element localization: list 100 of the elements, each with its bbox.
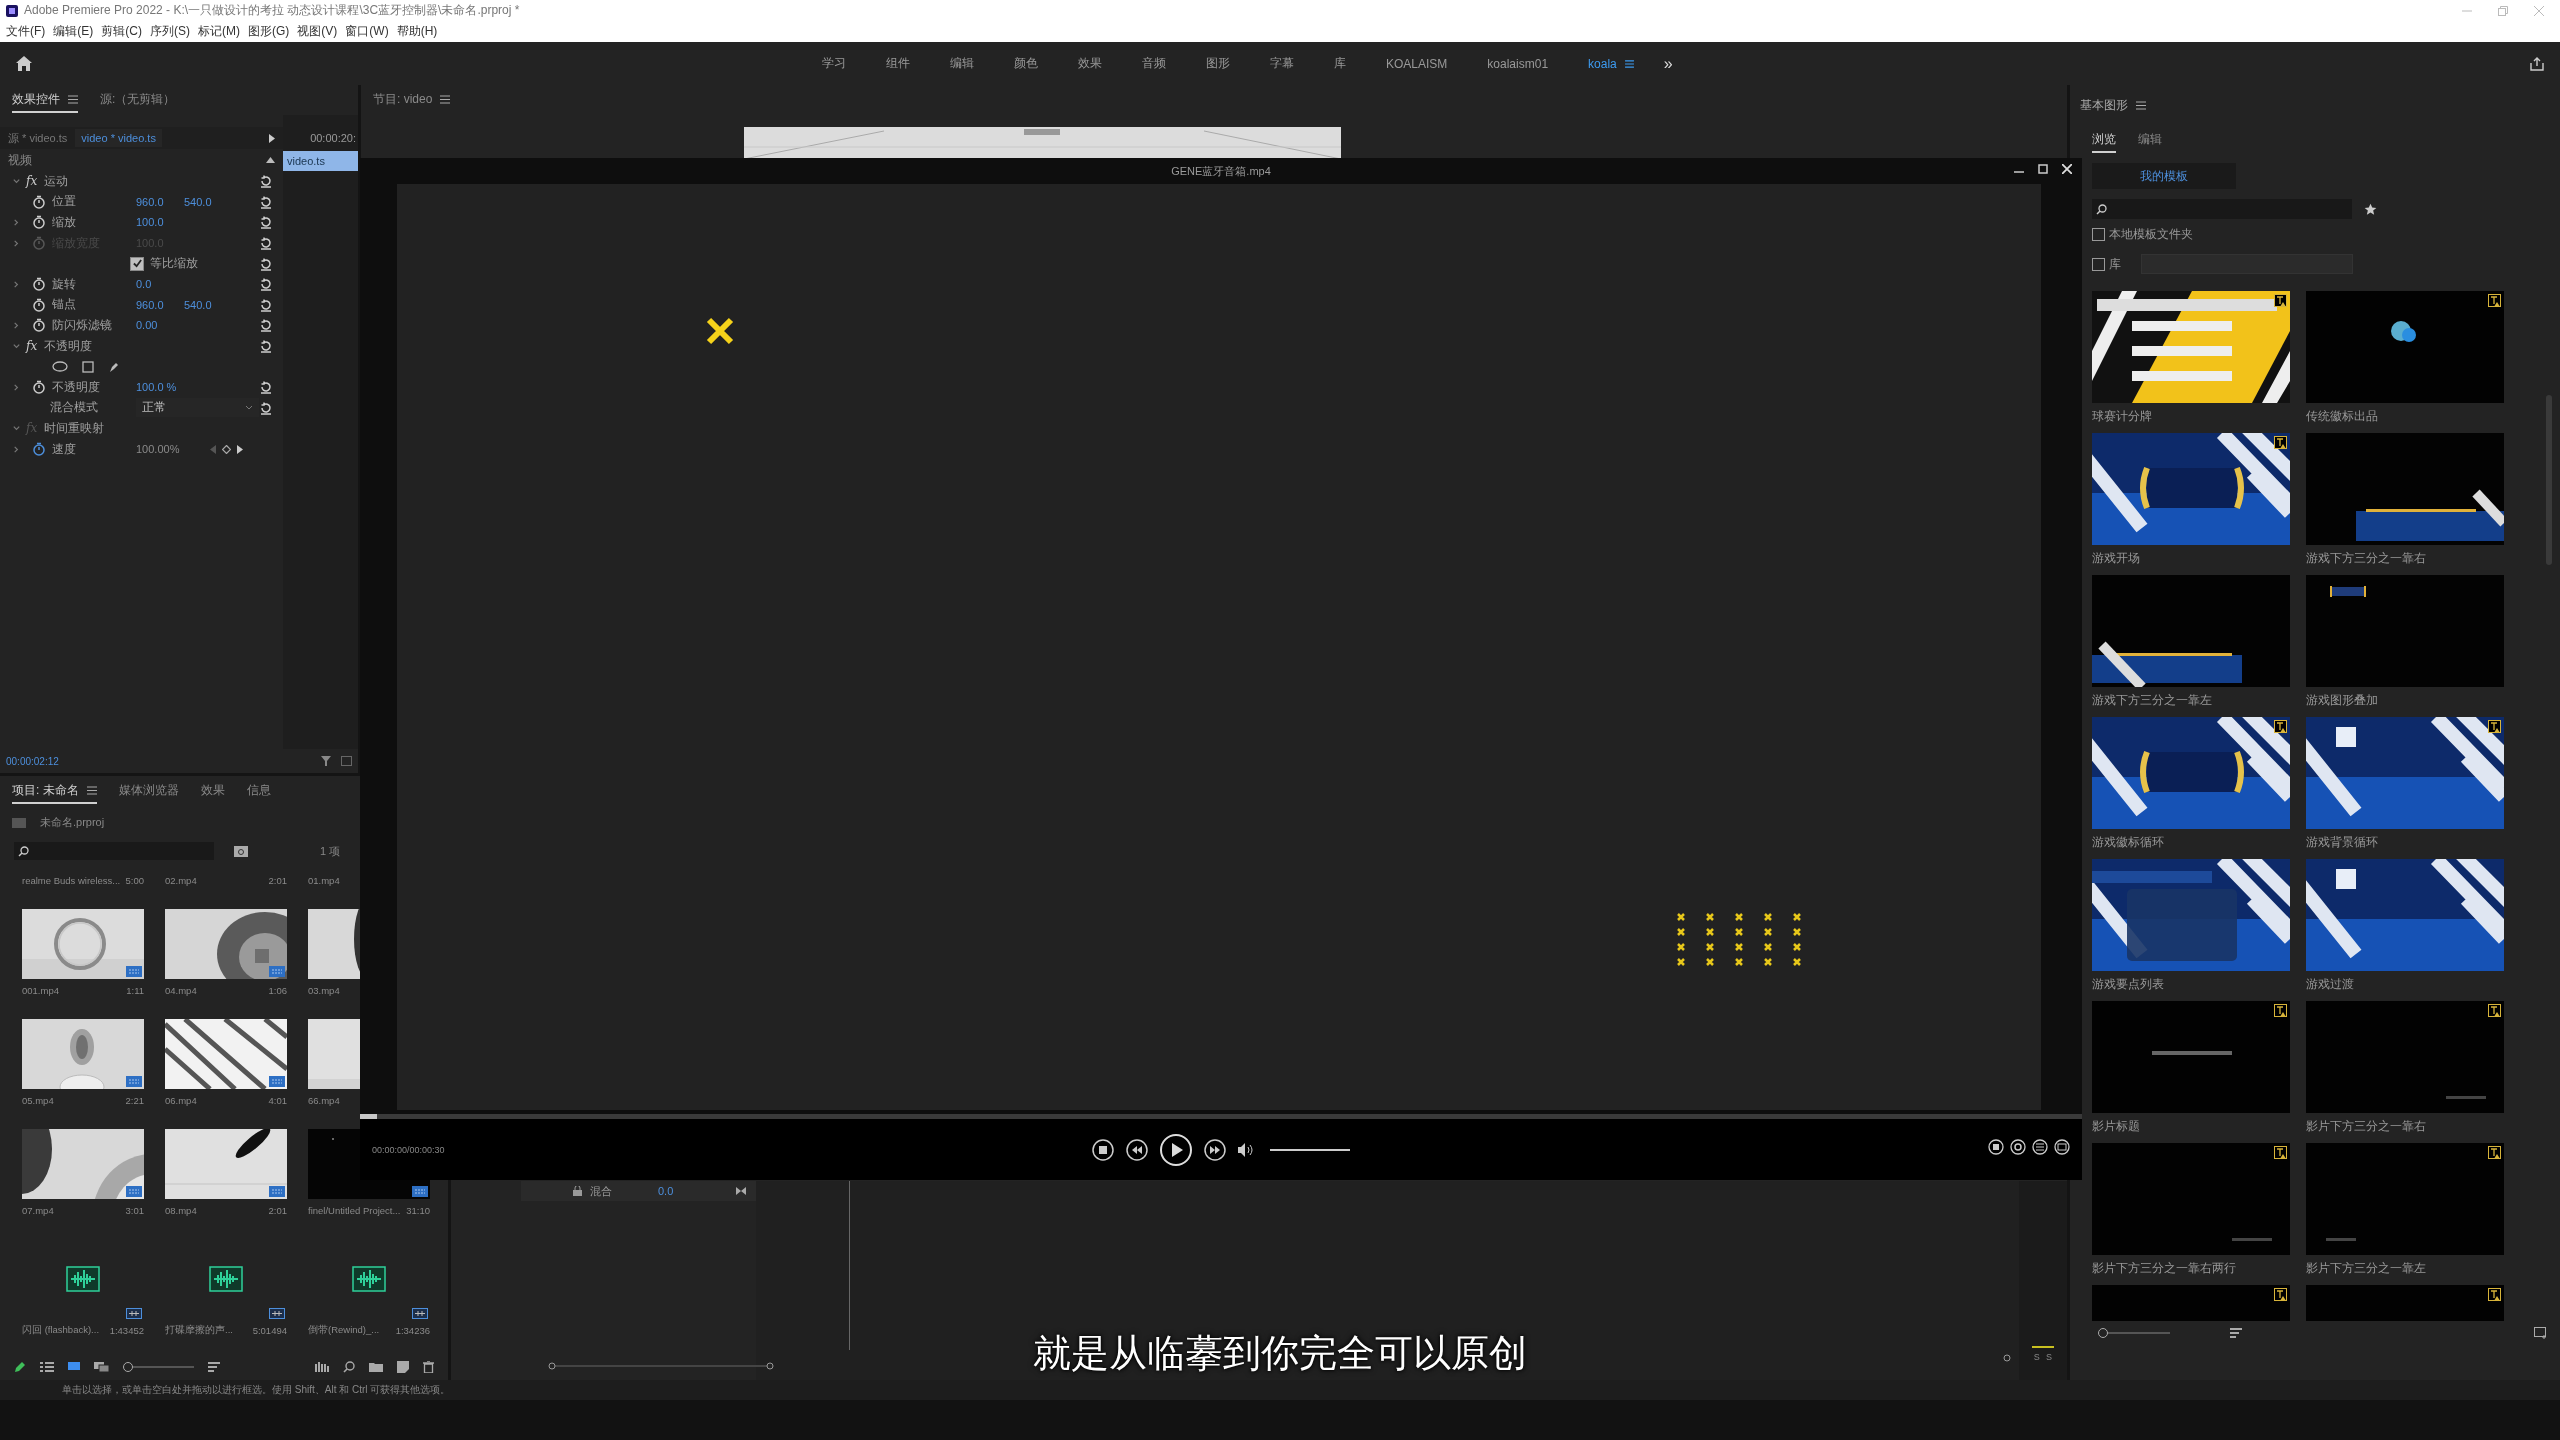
maximize-icon[interactable] <box>2038 164 2048 174</box>
freeform-view-icon[interactable] <box>94 1362 110 1372</box>
checkbox[interactable] <box>2091 227 2105 241</box>
reset-icon[interactable] <box>259 297 273 312</box>
workspace-tab[interactable]: 库 <box>1334 55 1346 72</box>
workspace-tab[interactable]: 学习 <box>822 55 846 72</box>
panel-tab[interactable]: 项目: 未命名 <box>12 778 97 804</box>
solo-button[interactable]: S <box>2033 1352 2040 1362</box>
fullscreen-icon[interactable] <box>2054 1139 2070 1155</box>
rectangle-mask-icon[interactable] <box>82 360 94 373</box>
checkbox[interactable] <box>2091 257 2105 271</box>
workspace-tab[interactable]: koala <box>1588 56 1634 71</box>
chevron-right-icon[interactable] <box>12 218 21 227</box>
stopwatch-icon[interactable] <box>32 277 46 292</box>
rewind-icon[interactable] <box>1126 1138 1148 1161</box>
property-value[interactable]: 960.0 <box>136 195 184 208</box>
workspace-tab[interactable]: 组件 <box>886 55 910 72</box>
reset-icon[interactable] <box>259 277 273 292</box>
solo-button[interactable]: S <box>2045 1352 2052 1362</box>
property-value[interactable]: 960.0 <box>136 298 184 311</box>
home-icon[interactable] <box>16 56 32 71</box>
overflow-button[interactable]: » <box>1663 54 1673 73</box>
automate-icon[interactable] <box>315 1362 329 1372</box>
stopwatch-icon[interactable] <box>32 380 46 395</box>
menu-icon[interactable] <box>1624 59 1634 68</box>
search-icon[interactable] <box>343 1361 355 1373</box>
menu-item[interactable]: 窗口(W) <box>341 23 393 40</box>
fx-label[interactable]: fx <box>26 339 44 354</box>
stopwatch-icon[interactable] <box>32 442 46 456</box>
workspace-tab[interactable]: 字幕 <box>1270 55 1294 72</box>
property-value[interactable]: 0.00 <box>136 319 184 332</box>
checkbox[interactable] <box>130 256 144 271</box>
zoom-slider[interactable] <box>2099 1328 2170 1338</box>
share-icon[interactable] <box>2530 56 2544 71</box>
settings-icon[interactable] <box>2010 1139 2026 1155</box>
chevron-right-icon[interactable] <box>12 320 21 330</box>
menu-icon[interactable] <box>86 785 97 795</box>
volume-icon[interactable] <box>1238 1142 1254 1157</box>
workspace-tab[interactable]: 编辑 <box>950 55 974 72</box>
clip-dropdown[interactable]: video * video.ts <box>75 129 162 147</box>
workspace-tab[interactable]: 效果 <box>1078 55 1102 72</box>
menu-item[interactable]: 图形(G) <box>244 23 294 40</box>
chevron-right-icon[interactable] <box>12 444 21 454</box>
zoom-slider[interactable] <box>124 1362 194 1372</box>
ellipse-mask-icon[interactable] <box>52 360 68 372</box>
menu-icon[interactable] <box>68 94 78 104</box>
sort-icon[interactable] <box>2229 1328 2242 1338</box>
menu-item[interactable]: 文件(F) <box>2 23 50 40</box>
property-value[interactable]: 540.0 <box>184 195 232 208</box>
chevron-down-icon[interactable] <box>12 176 21 186</box>
panel-tab[interactable]: 节目: video <box>373 87 451 113</box>
menu-icon[interactable] <box>440 94 451 104</box>
playlist-icon[interactable] <box>2032 1139 2048 1155</box>
star-icon[interactable] <box>2363 202 2377 216</box>
reset-icon[interactable] <box>259 318 273 333</box>
folder-icon[interactable] <box>369 1362 383 1372</box>
reset-icon[interactable] <box>259 215 273 230</box>
export-icon[interactable] <box>341 756 352 766</box>
search-field[interactable] <box>14 842 214 860</box>
search-field[interactable] <box>2091 199 2352 219</box>
reset-icon[interactable] <box>259 174 273 189</box>
chevron-right-icon[interactable] <box>12 279 21 289</box>
panel-tab[interactable]: 效果控件 <box>12 87 78 113</box>
stopwatch-icon[interactable] <box>32 215 46 230</box>
collapse-icon[interactable] <box>266 157 275 163</box>
workspace-tab[interactable]: 颜色 <box>1014 55 1038 72</box>
next-keyframe-icon[interactable] <box>237 444 243 454</box>
list-view-icon[interactable] <box>40 1362 54 1372</box>
menu-item[interactable]: 编辑(E) <box>49 23 98 40</box>
lock-icon[interactable] <box>573 1186 582 1196</box>
my-templates-button[interactable]: 我的模板 <box>2091 163 2236 189</box>
new-layer-icon[interactable] <box>2534 1327 2548 1339</box>
workspace-tab[interactable]: 图形 <box>1206 55 1230 72</box>
clip-bar[interactable]: video.ts <box>283 151 358 171</box>
sort-icon[interactable] <box>208 1362 220 1372</box>
workspace-tab[interactable]: KOALAISM <box>1386 56 1448 71</box>
panel-tab[interactable]: 源:（无剪辑） <box>100 87 176 113</box>
chevron-down-icon[interactable] <box>12 341 21 351</box>
pencil-icon[interactable] <box>14 1361 26 1373</box>
menu-item[interactable]: 视图(V) <box>293 23 342 40</box>
track-value[interactable]: 0.0 <box>658 1185 674 1197</box>
stopwatch-icon[interactable] <box>32 297 46 312</box>
reset-icon[interactable] <box>259 380 273 395</box>
new-item-icon[interactable] <box>397 1361 409 1373</box>
menu-item[interactable]: 帮助(H) <box>392 23 442 40</box>
property-value[interactable]: 540.0 <box>184 298 232 311</box>
stopwatch-icon[interactable] <box>32 318 46 333</box>
panel-tab[interactable]: 效果 <box>200 778 225 804</box>
fast-forward-icon[interactable] <box>1204 1138 1226 1161</box>
scrollbar[interactable] <box>548 1362 774 1370</box>
stop-icon[interactable] <box>1988 1139 2004 1155</box>
filter-icon[interactable] <box>321 756 331 766</box>
menu-item[interactable]: 标记(M) <box>194 23 244 40</box>
property-value[interactable]: 100.0 <box>136 216 184 229</box>
new-bin-icon[interactable] <box>234 845 248 857</box>
menu-icon[interactable] <box>2135 100 2146 110</box>
reset-icon[interactable] <box>259 194 273 209</box>
scroll-handle-icon[interactable] <box>2002 1354 2011 1362</box>
property-value[interactable]: 100.00% <box>136 443 206 455</box>
chevron-down-icon[interactable] <box>12 423 21 433</box>
